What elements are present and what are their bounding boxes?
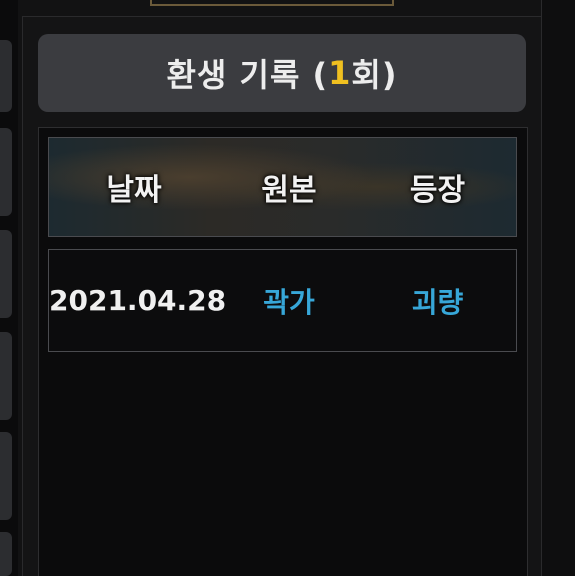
panel-title: 환생 기록 (1 회) <box>38 34 526 112</box>
left-tab[interactable] <box>0 432 12 520</box>
left-column <box>0 0 18 576</box>
left-tab[interactable] <box>0 128 12 216</box>
table-header: 날짜 원본 등장 <box>48 137 517 237</box>
reincarnation-record-window: 환생 기록 (1 회) 날짜 원본 등장 2021.04.28 곽가 괴량 <box>0 0 575 576</box>
left-tab[interactable] <box>0 532 12 576</box>
title-prefix: 환생 기록 ( <box>166 56 329 94</box>
row-date: 2021.04.28 <box>49 284 227 317</box>
title-count: 1 <box>328 54 352 92</box>
header-appearance: 등장 <box>409 173 466 208</box>
table-row[interactable]: 2021.04.28 곽가 괴량 <box>48 249 517 352</box>
header-date: 날짜 <box>106 173 162 208</box>
left-tab[interactable] <box>0 230 12 318</box>
top-decoration <box>150 0 394 6</box>
row-original[interactable]: 곽가 <box>219 281 359 321</box>
header-original: 원본 <box>261 173 317 208</box>
title-suffix: 회) <box>351 56 398 94</box>
left-tab[interactable] <box>0 40 12 112</box>
right-edge <box>541 0 575 576</box>
row-appearance[interactable]: 괴량 <box>359 281 516 321</box>
left-tab[interactable] <box>0 332 12 420</box>
